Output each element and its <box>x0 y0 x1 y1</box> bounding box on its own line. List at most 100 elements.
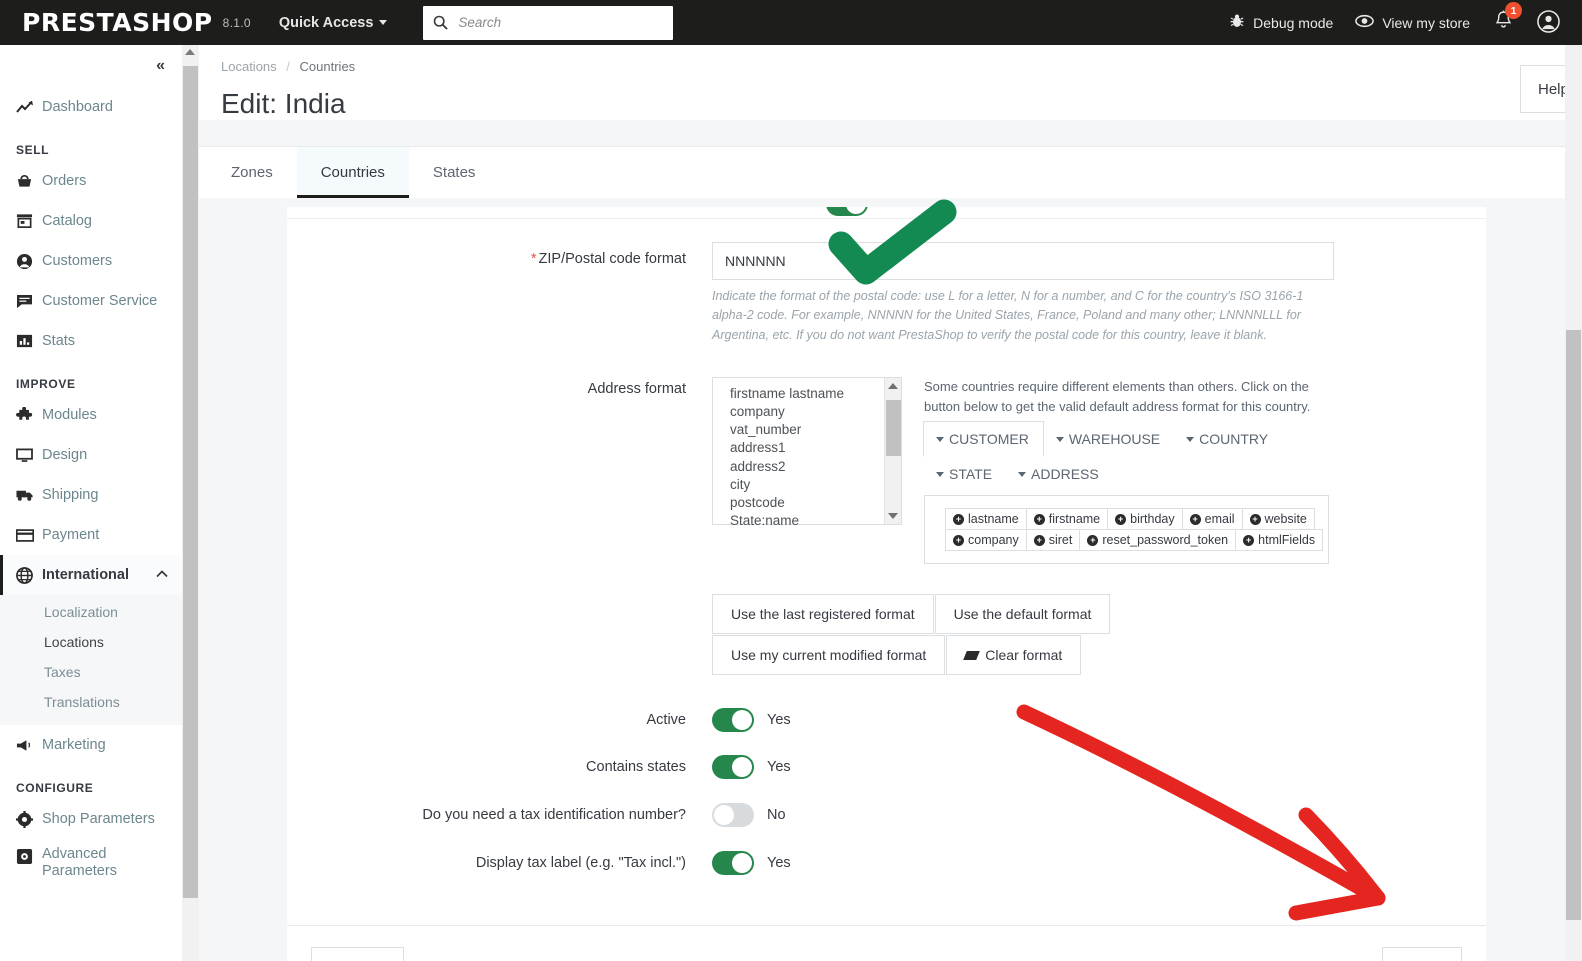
toggle-knob <box>714 805 734 826</box>
eraser-icon <box>963 650 981 660</box>
tag-label: lastname <box>968 512 1019 527</box>
sidebar-item-shipping[interactable]: Shipping <box>0 475 182 515</box>
sidebar-item-customer-service[interactable]: Customer Service <box>0 281 182 321</box>
sidebar-item-modules[interactable]: Modules <box>0 395 182 435</box>
accordion-state-label: STATE <box>949 466 993 483</box>
accordion-customer[interactable]: CUSTOMER <box>923 421 1044 458</box>
scrolled-off-toggle-row <box>287 207 1486 219</box>
cancel-button[interactable]: Cancel <box>311 947 404 961</box>
breadcrumb-countries[interactable]: Countries <box>300 59 356 74</box>
advanced-parameters-icon <box>16 846 42 865</box>
accordion-warehouse[interactable]: WAREHOUSE <box>1043 422 1175 457</box>
card-footer: Cancel Save <box>287 925 1486 961</box>
breadcrumb-locations[interactable]: Locations <box>221 59 277 74</box>
sidebar-scrollbar[interactable] <box>182 45 199 961</box>
view-my-store-link[interactable]: View my store <box>1355 14 1470 31</box>
address-format-line[interactable]: company <box>730 402 901 420</box>
sidebar-section-sell: SELL <box>16 143 50 157</box>
tab-countries[interactable]: Countries <box>296 147 410 198</box>
tab-states[interactable]: States <box>409 147 500 198</box>
accordion-address[interactable]: ADDRESS <box>1006 457 1113 492</box>
address-format-listbox[interactable]: firstname lastname company vat_number ad… <box>712 377 902 528</box>
sidebar-item-international[interactable]: International <box>0 555 182 595</box>
tab-zones[interactable]: Zones <box>207 147 297 198</box>
main-scrollbar[interactable] <box>1565 45 1582 961</box>
sidebar-item-dashboard[interactable]: Dashboard <box>0 87 182 127</box>
scroll-up-arrow-icon[interactable] <box>888 383 898 390</box>
shipping-truck-icon <box>16 488 42 502</box>
tag-label: htmlFields <box>1258 533 1316 548</box>
accordion-country[interactable]: COUNTRY <box>1174 422 1283 457</box>
sidebar-item-stats[interactable]: Stats <box>0 321 182 361</box>
country-edit-card: *ZIP/Postal code format Indicate the for… <box>287 207 1486 961</box>
use-last-registered-format-button[interactable]: Use the last registered format <box>712 594 934 635</box>
clear-format-button[interactable]: Clear format <box>946 635 1082 676</box>
partial-toggle-switch[interactable] <box>826 207 868 216</box>
bug-icon <box>1229 13 1245 32</box>
caret-down-icon <box>1186 436 1195 442</box>
tag-label: birthday <box>1130 512 1175 527</box>
format-buttons-group: Use the last registered format Use the d… <box>712 594 1292 676</box>
address-format-line[interactable]: address1 <box>730 439 901 457</box>
account-menu-button[interactable] <box>1537 9 1560 36</box>
address-format-line[interactable]: city <box>730 475 901 493</box>
save-button[interactable]: Save <box>1381 947 1462 961</box>
sidebar-item-payment[interactable]: Payment <box>0 515 182 555</box>
sidebar-subitem-translations[interactable]: Translations <box>0 687 182 717</box>
notifications-button[interactable]: 1 <box>1492 2 1522 37</box>
tag-firstname[interactable]: + firstname <box>1025 508 1109 531</box>
address-format-field-wrap: firstname lastname company vat_number ad… <box>712 377 1486 565</box>
tag-email[interactable]: + email <box>1181 508 1243 531</box>
address-scrollbar-thumb[interactable] <box>886 400 901 457</box>
main-scrollbar-thumb[interactable] <box>1566 330 1581 920</box>
sidebar-label-stats: Stats <box>42 333 76 349</box>
address-format-line[interactable]: firstname lastname <box>730 384 901 402</box>
sidebar-subitem-locations[interactable]: Locations <box>0 627 182 657</box>
tag-company[interactable]: + company <box>945 529 1027 552</box>
tag-birthday[interactable]: + birthday <box>1107 508 1183 531</box>
sidebar-item-marketing[interactable]: Marketing <box>0 725 182 765</box>
plus-icon: + <box>1189 513 1201 525</box>
search-box[interactable] <box>423 5 674 40</box>
tag-lastname[interactable]: + lastname <box>945 508 1027 531</box>
active-label: Active <box>646 712 687 729</box>
address-format-scrollbar[interactable] <box>884 378 901 525</box>
tag-siret[interactable]: + siret <box>1025 529 1081 552</box>
scroll-up-arrow-icon[interactable] <box>185 49 195 55</box>
sidebar-item-customers[interactable]: Customers <box>0 241 182 281</box>
orders-basket-icon <box>16 173 42 189</box>
tag-website[interactable]: + website <box>1241 508 1315 531</box>
use-default-format-button[interactable]: Use the default format <box>934 594 1111 635</box>
search-input[interactable] <box>456 14 664 31</box>
display-tax-label-toggle[interactable] <box>712 851 754 876</box>
accordion-state[interactable]: STATE <box>924 457 1007 492</box>
zip-format-input[interactable] <box>712 242 1334 280</box>
sidebar-scrollbar-thumb[interactable] <box>183 66 198 898</box>
contains-states-toggle-value: Yes <box>767 759 791 776</box>
account-avatar-icon <box>1537 9 1560 36</box>
sidebar-label-shipping: Shipping <box>42 487 99 503</box>
main-content-area: Locations / Countries Edit: India Help Z… <box>199 45 1582 961</box>
address-format-line[interactable]: address2 <box>730 457 901 475</box>
tag-htmlfields[interactable]: + htmlFields <box>1235 529 1324 552</box>
collapse-sidebar-icon[interactable]: « <box>156 57 165 75</box>
address-format-line[interactable]: postcode <box>730 494 901 512</box>
sidebar-subitem-taxes[interactable]: Taxes <box>0 657 182 687</box>
sidebar-item-shop-parameters[interactable]: Shop Parameters <box>0 799 182 839</box>
tax-identification-toggle[interactable] <box>712 803 754 828</box>
contains-states-toggle[interactable] <box>712 755 754 780</box>
sidebar-item-advanced-parameters[interactable]: Advanced Parameters <box>0 839 182 879</box>
debug-mode-link[interactable]: Debug mode <box>1229 13 1333 32</box>
scroll-down-arrow-icon[interactable] <box>888 513 898 520</box>
prestashop-logo[interactable]: PRESTASHOP <box>22 8 213 37</box>
quick-access-dropdown[interactable]: Quick Access <box>279 15 388 31</box>
address-format-line[interactable]: vat_number <box>730 421 901 439</box>
sidebar-item-orders[interactable]: Orders <box>0 161 182 201</box>
tag-reset-password-token[interactable]: + reset_password_token <box>1079 529 1237 552</box>
sidebar-item-design[interactable]: Design <box>0 435 182 475</box>
sidebar-subitem-localization[interactable]: Localization <box>0 597 182 627</box>
sidebar-item-catalog[interactable]: Catalog <box>0 201 182 241</box>
address-format-line[interactable]: State:name <box>730 512 901 530</box>
active-toggle[interactable] <box>712 708 754 733</box>
use-my-current-modified-format-button[interactable]: Use my current modified format <box>712 635 946 676</box>
